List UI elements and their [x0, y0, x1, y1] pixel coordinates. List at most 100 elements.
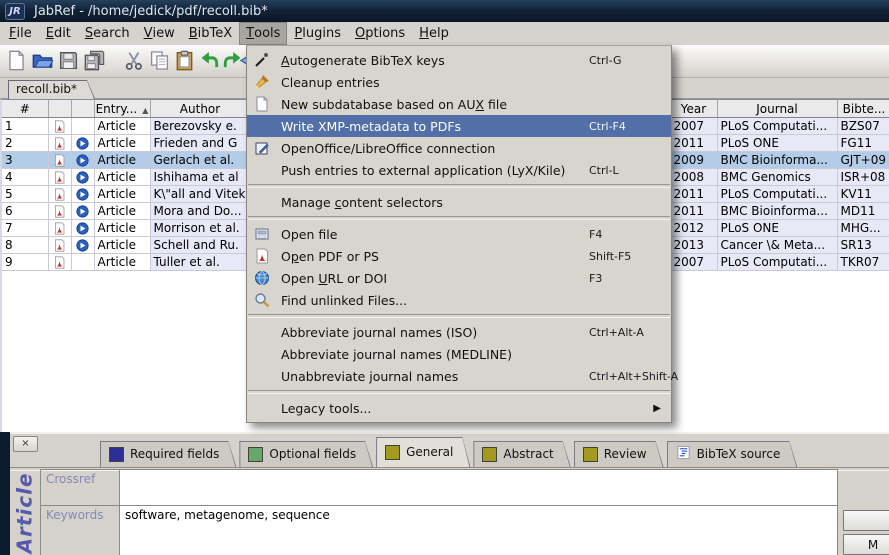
pdf-icon[interactable]: [53, 255, 66, 269]
column-header-icon[interactable]: [71, 100, 94, 118]
field-group-color-icon: [385, 445, 400, 460]
field-side-buttons: M: [843, 510, 889, 555]
menu-item-new-subdatabase-based-on-aux-file[interactable]: New subdatabase based on AUX file: [247, 93, 671, 115]
field-row-crossref: Crossref: [41, 470, 837, 506]
save-all-icon[interactable]: [84, 50, 105, 71]
editor-fields: CrossrefKeywordssoftware, metagenome, se…: [40, 469, 838, 555]
url-icon[interactable]: [76, 238, 89, 252]
sort-ascending-icon: ▲: [142, 106, 148, 115]
cell-pdf: [48, 169, 71, 186]
globe-icon: [254, 270, 270, 286]
pdf-icon[interactable]: [53, 187, 66, 201]
column-header-journal[interactable]: Journal: [717, 100, 837, 118]
database-tab-recoll[interactable]: recoll.bib*: [8, 80, 95, 99]
menu-item-cleanup-entries[interactable]: Cleanup entries: [247, 71, 671, 93]
menubar-item-edit[interactable]: Edit: [39, 22, 78, 45]
menu-item-autogenerate-bibtex-keys[interactable]: Autogenerate BibTeX keysCtrl-G: [247, 49, 671, 71]
editor-tab-abstract[interactable]: Abstract: [473, 441, 570, 467]
field-input-keywords[interactable]: software, metagenome, sequence: [119, 506, 837, 555]
url-icon[interactable]: [76, 204, 89, 218]
menubar-item-tools[interactable]: Tools: [239, 22, 287, 45]
pdf-icon[interactable]: [53, 119, 66, 133]
menu-item-manage-content-selectors[interactable]: Manage content selectors: [247, 191, 671, 213]
menu-item-abbreviate-journal-names-medline[interactable]: Abbreviate journal names (MEDLINE): [247, 343, 671, 365]
url-icon[interactable]: [76, 170, 89, 184]
column-header-entry[interactable]: Entry...▲: [94, 100, 150, 118]
cell-journal: PLoS ONE: [717, 220, 837, 237]
column-header-bibte[interactable]: Bibte...: [837, 100, 889, 118]
menubar-item-search[interactable]: Search: [78, 22, 137, 45]
undo-icon[interactable]: [199, 50, 220, 71]
menu-item-push-entries-to-external-application-lyx-kile[interactable]: Push entries to external application (Ly…: [247, 159, 671, 181]
menu-item-find-unlinked-files[interactable]: Find unlinked Files...: [247, 289, 671, 311]
pdf-icon[interactable]: [53, 153, 66, 167]
cell-pdf: [48, 254, 71, 271]
editor-tab-bibtex-source[interactable]: BibTeX source: [667, 441, 798, 467]
close-editor-button[interactable]: ×: [13, 436, 38, 452]
cell-bibtexkey: TKR07: [837, 254, 889, 271]
url-icon[interactable]: [76, 153, 89, 167]
menu-item-shortcut: F3: [589, 272, 602, 285]
menu-item-label: Push entries to external application (Ly…: [281, 163, 565, 178]
field-action-button[interactable]: [843, 510, 889, 531]
menubar-item-options[interactable]: Options: [348, 22, 412, 45]
menu-item-shortcut: Ctrl-F4: [589, 120, 626, 133]
cut-icon[interactable]: [124, 50, 145, 71]
cell-num: 6: [2, 203, 48, 220]
cell-entrytype: Article: [94, 203, 150, 220]
cell-num: 2: [2, 135, 48, 152]
menubar-item-bibtex[interactable]: BibTeX: [182, 22, 239, 45]
pdf-icon[interactable]: [53, 238, 66, 252]
menu-item-label: Open PDF or PS: [281, 249, 379, 264]
editor-tab-general[interactable]: General: [376, 437, 470, 467]
menu-item-open-url-or-doi[interactable]: Open URL or DOI F3: [247, 267, 671, 289]
field-action-button-m[interactable]: M: [843, 534, 889, 555]
menu-item-open-file[interactable]: Open fileF4: [247, 223, 671, 245]
menubar-item-view[interactable]: View: [137, 22, 182, 45]
url-icon[interactable]: [76, 187, 89, 201]
editor-tab-required-fields[interactable]: Required fields: [100, 441, 236, 467]
open-file-icon: [254, 226, 270, 242]
menu-item-shortcut: Ctrl+Alt-A: [589, 326, 644, 339]
menubar-item-file[interactable]: File: [2, 22, 39, 45]
field-input-crossref[interactable]: [119, 470, 837, 505]
submenu-arrow-icon: ▶: [653, 403, 661, 414]
pdf-icon[interactable]: [53, 204, 66, 218]
editor-tab-optional-fields[interactable]: Optional fields: [239, 441, 373, 467]
menu-separator: [248, 390, 670, 394]
column-header-author[interactable]: Author: [150, 100, 250, 118]
editor-tab-content: Review: [574, 441, 664, 467]
pdf-icon[interactable]: [53, 221, 66, 235]
editor-tab-content: Abstract: [473, 441, 570, 467]
column-header-icon[interactable]: [48, 100, 71, 118]
menu-item-open-pdf-or-ps[interactable]: Open PDF or PSShift-F5: [247, 245, 671, 267]
new-database-icon[interactable]: [6, 50, 27, 71]
menu-item-openoffice-libreoffice-connection[interactable]: OpenOffice/LibreOffice connection: [247, 137, 671, 159]
column-header-year[interactable]: Year: [670, 100, 717, 118]
menubar-item-help[interactable]: Help: [412, 22, 456, 45]
paste-icon[interactable]: [174, 50, 195, 71]
menu-item-write-xmp-metadata-to-pdfs[interactable]: Write XMP-metadata to PDFs Ctrl-F4: [247, 115, 671, 137]
editor-tab-review[interactable]: Review: [574, 441, 664, 467]
cell-num: 7: [2, 220, 48, 237]
menu-item-label: Open URL or DOI: [281, 271, 387, 286]
pdf-icon[interactable]: [53, 136, 66, 150]
open-database-icon[interactable]: [32, 50, 53, 71]
pdf-icon: [254, 248, 270, 264]
save-database-icon[interactable]: [58, 50, 79, 71]
editor-tab-label: General: [406, 445, 453, 459]
menubar-item-plugins[interactable]: Plugins: [287, 22, 348, 45]
url-icon[interactable]: [76, 221, 89, 235]
pdf-icon[interactable]: [53, 170, 66, 184]
menu-item-shortcut: Ctrl-G: [589, 54, 621, 67]
editor-tab-content: General: [376, 437, 470, 467]
copy-icon[interactable]: [149, 50, 170, 71]
menu-item-label: Write XMP-metadata to PDFs: [281, 119, 461, 134]
menu-item-abbreviate-journal-names-iso[interactable]: Abbreviate journal names (ISO)Ctrl+Alt-A: [247, 321, 671, 343]
cell-author: K\"all and Vitek: [150, 186, 250, 203]
column-header-[interactable]: #: [2, 100, 48, 118]
cell-journal: PLoS ONE: [717, 135, 837, 152]
url-icon[interactable]: [76, 136, 89, 150]
menu-item-unabbreviate-journal-names[interactable]: Unabbreviate journal namesCtrl+Alt+Shift…: [247, 365, 671, 387]
menu-item-legacy-tools[interactable]: Legacy tools...▶: [247, 397, 671, 419]
